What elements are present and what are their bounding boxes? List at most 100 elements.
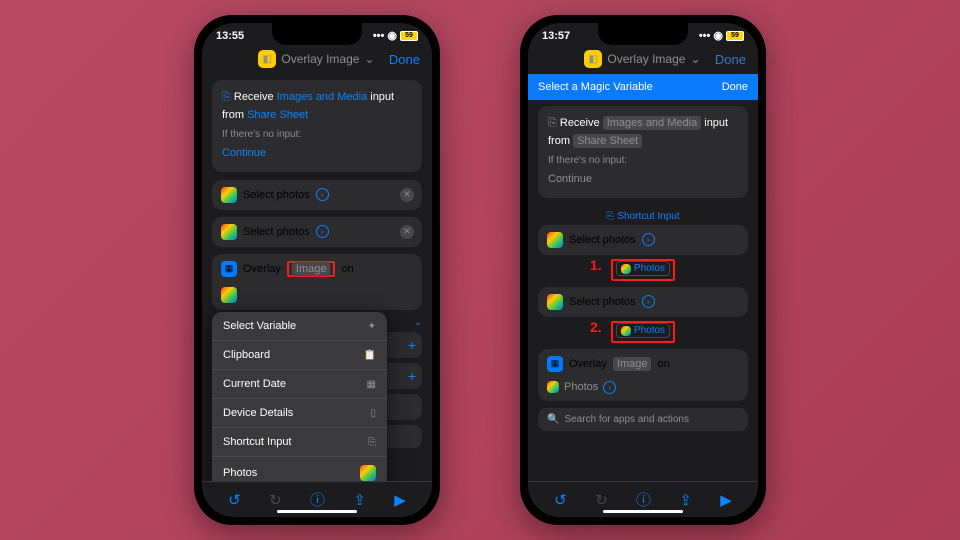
screen-left: 13:55 ••• ◉ 59 ◧ Overlay Image ⌄ Done ⎘ … xyxy=(202,23,432,517)
photos-icon xyxy=(221,224,237,240)
receive-block: ⎘ Receive Images and Media input from Sh… xyxy=(212,80,422,172)
menu-select-variable[interactable]: Select Variable✦ xyxy=(212,312,387,341)
share-button[interactable]: ⇪ xyxy=(353,491,366,509)
remove-action-button[interactable]: ✕ xyxy=(400,188,414,202)
redo-button: ↻ xyxy=(269,491,282,509)
input-types-token[interactable]: Images and Media xyxy=(603,116,702,130)
editor-header: ◧ Overlay Image ⌄ Done xyxy=(202,44,432,74)
input-icon: ⎘ xyxy=(222,91,231,103)
time: 13:57 xyxy=(542,30,570,42)
image-param-token[interactable]: Image xyxy=(613,357,652,371)
done-button[interactable]: Done xyxy=(389,52,420,67)
expand-icon[interactable]: › xyxy=(316,225,329,238)
magic-variable-banner: Select a Magic Variable Done xyxy=(528,74,758,100)
photos-variable-2[interactable]: Photos xyxy=(616,323,670,338)
receive-block: ⎘ Receive Images and Media input from Sh… xyxy=(538,106,748,198)
annotation-1: 1. xyxy=(590,257,602,273)
select-photos-action-1[interactable]: Select photos › xyxy=(538,225,748,255)
share-button[interactable]: ⇪ xyxy=(679,491,692,509)
expand-icon[interactable]: › xyxy=(642,233,655,246)
screen-right: 13:57 ••• ◉ 59 ◧ Overlay Image ⌄ Done Se… xyxy=(528,23,758,517)
overlay-action[interactable]: ▦ Overlay Image on xyxy=(212,254,422,310)
undo-button[interactable]: ↺ xyxy=(228,491,241,509)
shortcut-title: Overlay Image xyxy=(281,52,359,66)
time: 13:55 xyxy=(216,30,244,42)
shortcut-icon: ◧ xyxy=(258,50,276,68)
select-photos-action-2[interactable]: Select photos › xyxy=(538,287,748,317)
menu-photos[interactable]: Photos xyxy=(212,457,387,481)
photos-icon xyxy=(547,294,563,310)
run-button[interactable]: ▶ xyxy=(394,491,406,509)
overlay-icon: ▦ xyxy=(547,356,563,372)
variable-menu-popup: Select Variable✦ Clipboard📋 Current Date… xyxy=(212,312,387,481)
action-label: Select photos xyxy=(243,189,310,201)
undo-button[interactable]: ↺ xyxy=(554,491,567,509)
label: Overlay xyxy=(569,358,607,370)
photos-variable-1[interactable]: Photos xyxy=(616,261,670,276)
phone-icon: ▯ xyxy=(370,408,376,419)
annotation-2: 2. xyxy=(590,319,602,335)
photos-icon xyxy=(547,381,559,393)
clipboard-icon: 📋 xyxy=(364,350,376,361)
add-icon[interactable]: + xyxy=(408,337,416,353)
label: on xyxy=(341,263,353,275)
wifi-icon: ◉ xyxy=(713,29,723,42)
on-target[interactable]: Photos xyxy=(564,381,598,393)
photos-icon xyxy=(221,187,237,203)
no-input-label: If there's no input: xyxy=(548,153,738,169)
action-label: Select photos xyxy=(243,226,310,238)
info-button[interactable]: ⓘ xyxy=(310,489,325,510)
magic-icon: ✦ xyxy=(368,321,376,332)
label: Receive xyxy=(234,91,274,103)
search-icon: 🔍 xyxy=(547,414,559,425)
wifi-icon: ◉ xyxy=(387,29,397,42)
phone-left: 13:55 ••• ◉ 59 ◧ Overlay Image ⌄ Done ⎘ … xyxy=(194,15,440,525)
input-icon: ⎘ xyxy=(548,117,557,129)
remove-action-button[interactable]: ✕ xyxy=(400,225,414,239)
editor-header: ◧ Overlay Image ⌄ Done xyxy=(528,44,758,74)
banner-done-button[interactable]: Done xyxy=(722,81,748,93)
input-types-token[interactable]: Images and Media xyxy=(277,91,368,103)
input-source-token[interactable]: Share Sheet xyxy=(573,134,642,148)
photos-icon xyxy=(221,287,237,303)
no-input-label: If there's no input: xyxy=(222,127,412,143)
label: Overlay xyxy=(243,263,281,275)
done-button-dim: Done xyxy=(715,52,746,67)
home-indicator[interactable] xyxy=(277,510,357,513)
expand-icon[interactable]: › xyxy=(316,188,329,201)
menu-clipboard[interactable]: Clipboard📋 xyxy=(212,341,387,370)
search-input[interactable]: 🔍 Search for apps and actions xyxy=(538,408,748,431)
menu-device-details[interactable]: Device Details▯ xyxy=(212,399,387,428)
chevron-down-icon[interactable]: ⌄ xyxy=(364,52,374,66)
chevron-down-icon[interactable]: ⌄ xyxy=(690,52,700,66)
expand-icon[interactable]: › xyxy=(603,381,616,394)
search-placeholder: Search for apps and actions xyxy=(564,414,689,425)
select-photos-action-1[interactable]: Select photos › ✕ xyxy=(212,180,422,210)
no-input-action[interactable]: Continue xyxy=(548,171,738,189)
photos-icon xyxy=(547,232,563,248)
banner-title: Select a Magic Variable xyxy=(538,81,653,93)
overlay-action[interactable]: ▦ Overlay Image on Photos › xyxy=(538,349,748,401)
expand-icon[interactable]: › xyxy=(642,295,655,308)
photos-icon xyxy=(621,264,631,274)
run-button[interactable]: ▶ xyxy=(720,491,732,509)
home-indicator[interactable] xyxy=(603,510,683,513)
input-source-token[interactable]: Share Sheet xyxy=(247,109,308,121)
calendar-icon: ▦ xyxy=(367,379,376,390)
input-icon: ⎘ xyxy=(606,211,614,222)
action-label: Select photos xyxy=(569,296,636,308)
image-param-token[interactable]: Image xyxy=(292,262,331,276)
overlay-icon: ▦ xyxy=(221,261,237,277)
no-input-action[interactable]: Continue xyxy=(222,145,412,163)
add-icon[interactable]: + xyxy=(408,368,416,384)
battery-level: 59 xyxy=(726,31,744,41)
select-photos-action-2[interactable]: Select photos › ✕ xyxy=(212,217,422,247)
battery-level: 59 xyxy=(400,31,418,41)
info-button[interactable]: ⓘ xyxy=(636,489,651,510)
phone-right: 13:57 ••• ◉ 59 ◧ Overlay Image ⌄ Done Se… xyxy=(520,15,766,525)
signal-icon: ••• xyxy=(373,30,385,42)
signal-icon: ••• xyxy=(699,30,711,42)
menu-shortcut-input[interactable]: Shortcut Input⎘ xyxy=(212,428,387,457)
menu-current-date[interactable]: Current Date▦ xyxy=(212,370,387,399)
shortcut-input-variable[interactable]: ⎘Shortcut Input xyxy=(538,208,748,225)
